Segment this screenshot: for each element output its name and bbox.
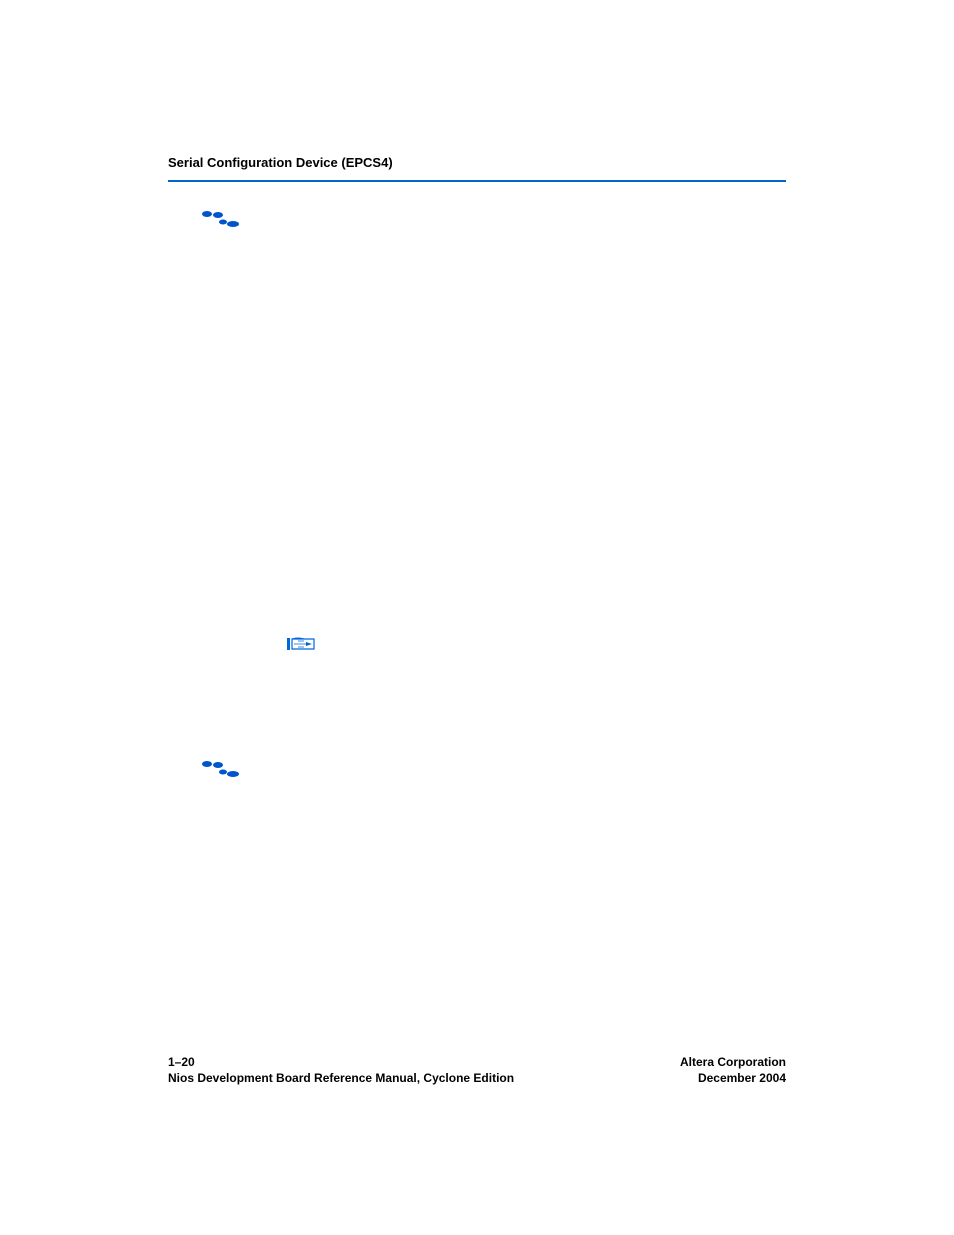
- footer-page-number: 1–20: [168, 1055, 514, 1069]
- footer-manual-title: Nios Development Board Reference Manual,…: [168, 1071, 514, 1085]
- footer-left: 1–20 Nios Development Board Reference Ma…: [168, 1055, 514, 1085]
- icon-row-2: [168, 636, 786, 652]
- steps-icon: [201, 760, 241, 778]
- page-footer: 1–20 Nios Development Board Reference Ma…: [168, 1055, 786, 1085]
- steps-icon: [201, 210, 241, 228]
- content-spacer-1: [168, 246, 786, 636]
- footer-right: Altera Corporation December 2004: [680, 1055, 786, 1085]
- header-divider: [168, 180, 786, 182]
- footer-date: December 2004: [680, 1071, 786, 1085]
- icon-row-3: [168, 760, 786, 778]
- icon-container-3: [168, 760, 273, 778]
- icon-container-1: [168, 210, 273, 228]
- content-spacer-2: [168, 670, 786, 760]
- pointer-icon: [286, 636, 318, 652]
- icon-row-1: [168, 210, 786, 228]
- footer-company: Altera Corporation: [680, 1055, 786, 1069]
- page-header-title: Serial Configuration Device (EPCS4): [168, 155, 786, 170]
- page-content: Serial Configuration Device (EPCS4): [168, 155, 786, 796]
- icon-container-2: [168, 636, 338, 652]
